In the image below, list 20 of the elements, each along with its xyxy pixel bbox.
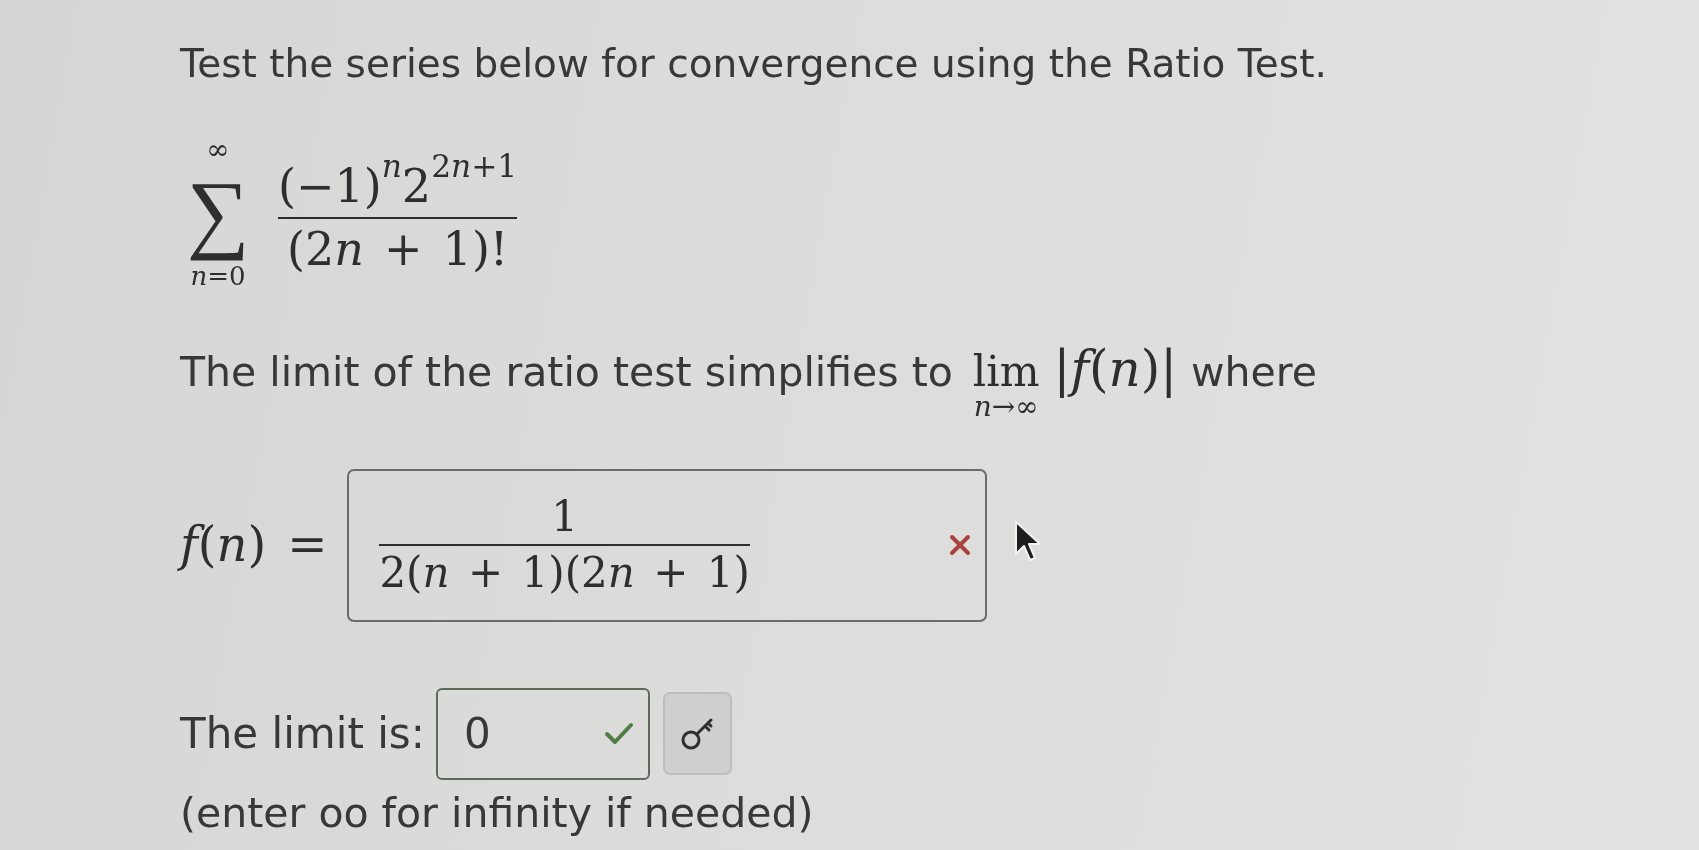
limit-label: The limit is: bbox=[180, 707, 425, 760]
answer-field[interactable]: 0 bbox=[435, 687, 650, 780]
limit-sentence: The limit of the ratio test simplifies to bbox=[180, 346, 953, 398]
sigma-symbol: ∑ bbox=[186, 164, 250, 263]
key-button[interactable] bbox=[662, 692, 732, 776]
sum-lower-limit: n=0 bbox=[190, 262, 246, 289]
question-prompt: Test the series below for convergence using the Ratio Test. bbox=[180, 40, 1327, 88]
answer-field[interactable]: 1 2(n + 1)(2n + 1) bbox=[347, 468, 988, 622]
key-icon bbox=[680, 716, 715, 751]
fraction-denominator: 2(n + 1)(2n + 1) bbox=[379, 551, 750, 596]
lim-operator: lim bbox=[972, 350, 1040, 393]
lim-subscript: n→∞ bbox=[973, 392, 1039, 421]
hint-text: (enter oo for infinity if needed) bbox=[180, 787, 814, 838]
limit-expression: |f(n)| bbox=[1053, 338, 1177, 399]
sum-upper-limit: ∞ bbox=[206, 136, 230, 164]
answer-value: 0 bbox=[463, 707, 491, 760]
series-denominator: (2n + 1)! bbox=[286, 223, 509, 277]
cursor-icon bbox=[1014, 520, 1043, 563]
limit-sentence-end: where bbox=[1191, 346, 1317, 398]
fraction-numerator: 1 bbox=[551, 494, 578, 540]
